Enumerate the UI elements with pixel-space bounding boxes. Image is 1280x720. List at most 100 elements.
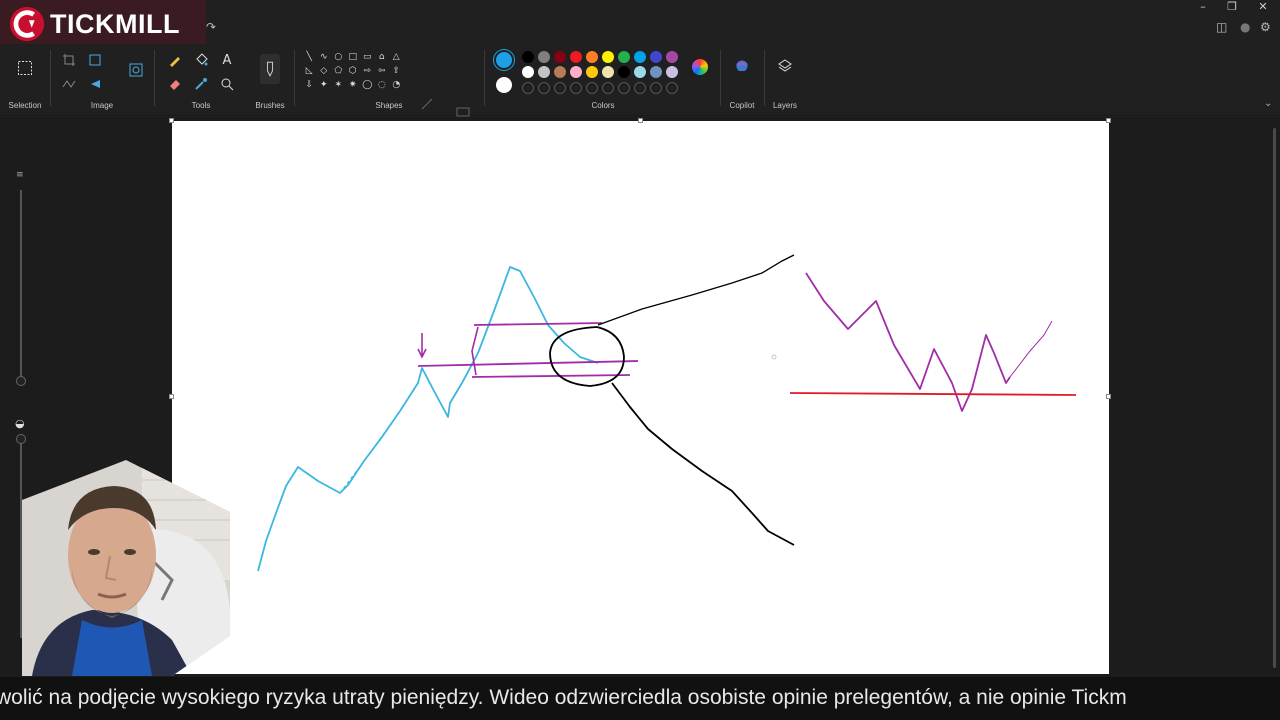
color-swatch[interactable] [538, 66, 550, 78]
drawing-canvas[interactable] [169, 118, 1111, 674]
shape-option[interactable]: ╲ [302, 50, 317, 64]
purple-zone-bottom-line [471, 374, 631, 378]
eraser-icon[interactable] [166, 76, 184, 92]
minimize-button[interactable]: – [1188, 0, 1218, 14]
shape-option[interactable]: ✦ [317, 78, 332, 92]
outline-icon[interactable] [418, 96, 436, 112]
color-swatch[interactable] [554, 51, 566, 63]
color-swatch[interactable] [522, 51, 534, 63]
shape-option[interactable]: ○ [331, 50, 346, 64]
tickmill-logo-icon [9, 6, 45, 42]
magnifier-icon[interactable] [218, 76, 236, 92]
secondary-color-swatch[interactable] [496, 77, 512, 93]
purple-zone-mid-line [417, 360, 639, 367]
color-swatch[interactable] [522, 66, 534, 78]
crop-icon[interactable] [60, 52, 78, 68]
resize-handle-top[interactable] [638, 118, 643, 123]
color-swatch[interactable] [666, 51, 678, 63]
custom-color-slot[interactable] [666, 82, 678, 94]
account-icon[interactable]: ● [1240, 20, 1250, 34]
shape-option[interactable]: □ [346, 50, 361, 64]
resize-icon[interactable] [86, 52, 104, 68]
color-swatch[interactable] [554, 66, 566, 78]
tools-label: Tools [191, 101, 211, 110]
custom-color-slot[interactable] [586, 82, 598, 94]
custom-color-slot[interactable] [634, 82, 646, 94]
shape-option[interactable]: ⌂ [375, 50, 390, 64]
primary-color-swatch[interactable] [496, 52, 512, 68]
color-swatch[interactable] [586, 66, 598, 78]
shape-option[interactable]: ◺ [302, 64, 317, 78]
custom-color-slot[interactable] [618, 82, 630, 94]
shape-option[interactable]: ▭ [360, 50, 375, 64]
shape-option[interactable]: △ [389, 50, 404, 64]
selection-label: Selection [8, 101, 42, 110]
shape-option[interactable]: ⇨ [360, 64, 375, 78]
rotate-icon[interactable] [86, 76, 104, 92]
shape-option[interactable]: ◔ [389, 78, 404, 92]
custom-color-slot[interactable] [554, 82, 566, 94]
resize-handle-top-left[interactable] [169, 118, 174, 123]
custom-color-slot[interactable] [650, 82, 662, 94]
color-swatch[interactable] [602, 66, 614, 78]
shape-option[interactable]: ⇩ [302, 78, 317, 92]
share-icon[interactable]: ◫ [1216, 20, 1227, 34]
shape-option[interactable]: ◇ [317, 64, 332, 78]
color-swatch[interactable] [538, 51, 550, 63]
vertical-scrollbar[interactable] [1273, 128, 1276, 668]
image-properties-icon[interactable] [127, 62, 145, 78]
custom-color-slot[interactable] [570, 82, 582, 94]
custom-color-slot[interactable] [602, 82, 614, 94]
text-tool-icon[interactable]: A [218, 52, 236, 68]
color-swatch[interactable] [666, 66, 678, 78]
divider [294, 50, 295, 106]
resize-handle-left[interactable] [169, 394, 174, 399]
redo-icon[interactable]: ↷ [206, 20, 216, 34]
shape-option[interactable]: ⇦ [375, 64, 390, 78]
brand-overlay: TICKMILL [0, 0, 206, 48]
resize-handle-right[interactable] [1106, 394, 1111, 399]
color-swatch[interactable] [618, 51, 630, 63]
color-swatch[interactable] [570, 51, 582, 63]
rectangle-select-icon[interactable] [15, 58, 35, 78]
shape-option[interactable]: ∿ [317, 50, 332, 64]
color-swatch[interactable] [618, 66, 630, 78]
shape-option[interactable]: ⬡ [346, 64, 361, 78]
shape-option[interactable]: ✷ [346, 78, 361, 92]
collapse-ribbon-icon[interactable]: ⌄ [1264, 98, 1272, 109]
custom-color-slot[interactable] [538, 82, 550, 94]
layers-icon[interactable] [776, 58, 794, 74]
color-swatch[interactable] [570, 66, 582, 78]
brushes-group: Brushes [248, 44, 292, 116]
color-swatch[interactable] [602, 51, 614, 63]
background-remove-icon[interactable] [60, 76, 78, 92]
black-down-line [611, 382, 795, 546]
custom-color-slot[interactable] [522, 82, 534, 94]
opacity-thumb[interactable] [16, 434, 26, 444]
restore-button[interactable]: ❐ [1217, 0, 1247, 14]
color-swatch[interactable] [650, 51, 662, 63]
color-swatch[interactable] [634, 66, 646, 78]
brush-icon[interactable] [260, 54, 280, 84]
color-swatch[interactable] [586, 51, 598, 63]
close-button[interactable]: ✕ [1248, 0, 1278, 14]
fill-bucket-icon[interactable] [192, 52, 210, 68]
shape-option[interactable]: ⇧ [389, 64, 404, 78]
shape-option[interactable]: ⬠ [331, 64, 346, 78]
brand-name: TICKMILL [50, 8, 180, 39]
copilot-icon[interactable] [733, 58, 751, 74]
color-swatch[interactable] [634, 51, 646, 63]
divider [764, 50, 765, 106]
brush-size-track[interactable] [20, 190, 22, 380]
red-support-line [789, 392, 1077, 396]
color-picker-icon[interactable] [192, 76, 210, 92]
resize-handle-top-right[interactable] [1106, 118, 1111, 123]
color-swatch[interactable] [650, 66, 662, 78]
pencil-icon[interactable] [166, 52, 184, 68]
shape-option[interactable]: ◯ [360, 78, 375, 92]
edit-colors-icon[interactable] [692, 59, 708, 75]
shape-option[interactable]: ◌ [375, 78, 390, 92]
shape-option[interactable]: ✶ [331, 78, 346, 92]
brush-size-thumb[interactable] [16, 376, 26, 386]
settings-gear-icon[interactable]: ⚙ [1260, 20, 1271, 34]
